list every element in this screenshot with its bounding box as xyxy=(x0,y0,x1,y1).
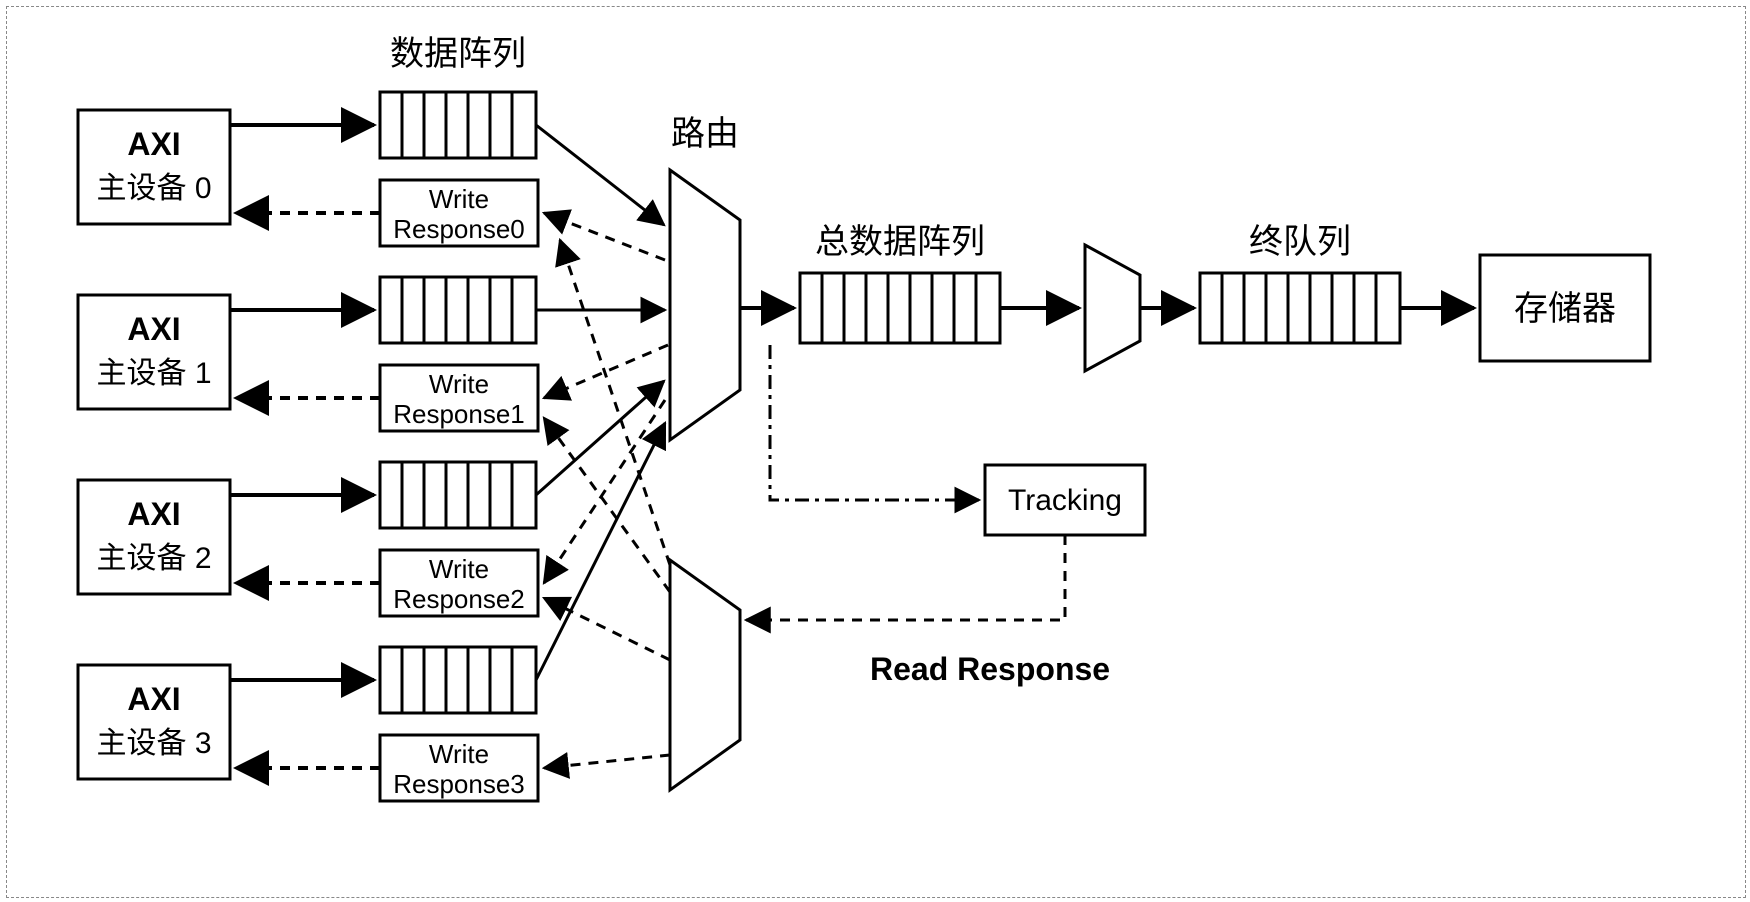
write-response-0: Write Response0 xyxy=(380,180,538,246)
arrow-readresp-to-wresp3 xyxy=(544,755,670,768)
write-response-3-line1: Write xyxy=(429,739,489,769)
tracking-label: Tracking xyxy=(1008,484,1122,517)
axi-master-2: AXI 主设备 2 xyxy=(78,480,230,594)
arrow-router-to-wresp0 xyxy=(544,213,665,260)
write-response-3-line2: Response3 xyxy=(393,769,525,799)
axi-master-1-line2: 主设备 1 xyxy=(96,357,211,390)
arrow-router-to-wresp2 xyxy=(544,400,665,583)
read-response-label: Read Response xyxy=(870,651,1110,687)
memory-label: 存储器 xyxy=(1514,290,1616,328)
data-queue-3 xyxy=(380,647,536,713)
tracking-block: Tracking xyxy=(985,465,1145,535)
axi-master-0-line2: 主设备 0 xyxy=(96,172,211,205)
write-response-2-line2: Response2 xyxy=(393,584,525,614)
write-response-0-line1: Write xyxy=(429,184,489,214)
router-mux xyxy=(670,170,740,440)
arrow-tracking-to-readresp xyxy=(746,535,1065,620)
final-queue xyxy=(1200,273,1400,343)
final-queue-label: 终队列 xyxy=(1249,223,1351,261)
write-response-1-line1: Write xyxy=(429,369,489,399)
arbiter-mux xyxy=(1085,245,1140,371)
axi-master-3-line1: AXI xyxy=(127,681,180,717)
total-data-array-label: 总数据阵列 xyxy=(815,223,985,261)
write-response-0-line2: Response0 xyxy=(393,214,525,244)
data-array-label: 数据阵列 xyxy=(390,35,526,73)
write-response-2-line1: Write xyxy=(429,554,489,584)
total-data-queue xyxy=(800,273,1000,343)
axi-master-2-line1: AXI xyxy=(127,496,180,532)
axi-master-2-line2: 主设备 2 xyxy=(96,542,211,575)
axi-master-0-line1: AXI xyxy=(127,126,180,162)
axi-master-3-line2: 主设备 3 xyxy=(96,727,211,760)
axi-master-0: AXI 主设备 0 xyxy=(78,110,230,224)
write-response-3: Write Response3 xyxy=(380,735,538,801)
arrow-to-tracking xyxy=(770,345,979,500)
axi-master-1: AXI 主设备 1 xyxy=(78,295,230,409)
router-label: 路由 xyxy=(671,115,739,153)
arrow-queue2-to-router xyxy=(536,381,664,495)
memory-block: 存储器 xyxy=(1480,255,1650,361)
data-queue-0 xyxy=(380,92,536,158)
arrow-queue3-to-router xyxy=(536,423,665,680)
axi-master-3: AXI 主设备 3 xyxy=(78,665,230,779)
read-response-demux xyxy=(670,560,740,790)
data-queue-1 xyxy=(380,277,536,343)
data-queue-2 xyxy=(380,462,536,528)
write-response-1-line2: Response1 xyxy=(393,399,525,429)
write-response-1: Write Response1 xyxy=(380,365,538,431)
arrow-queue0-to-router xyxy=(536,125,664,225)
axi-master-1-line1: AXI xyxy=(127,311,180,347)
write-response-2: Write Response2 xyxy=(380,550,538,616)
